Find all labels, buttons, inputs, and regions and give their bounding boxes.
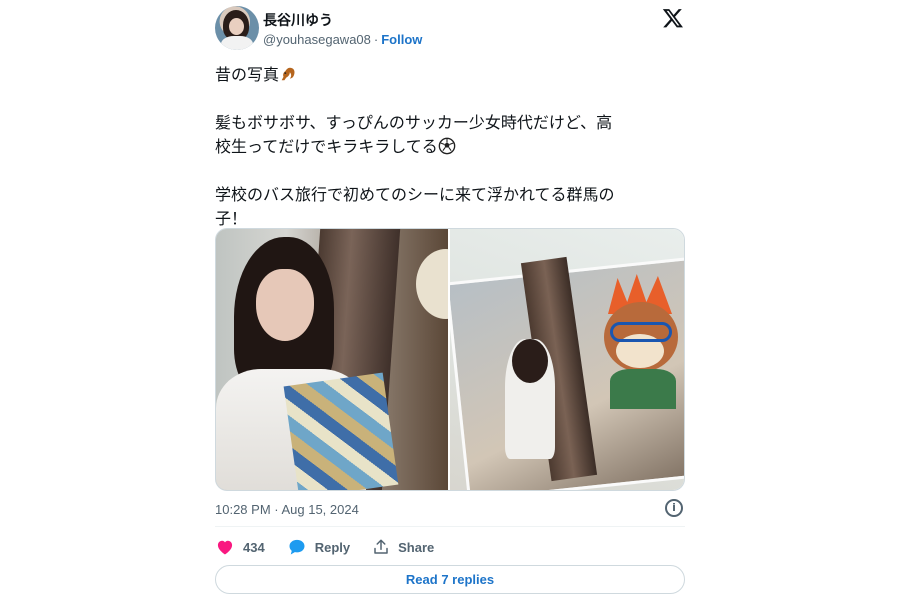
photo-2[interactable] xyxy=(450,229,684,490)
share-button[interactable]: Share xyxy=(372,538,434,556)
tweet-line-3a: 学校のバス旅行で初めてのシーに来て浮かれてる群馬の xyxy=(215,185,615,204)
like-button[interactable]: 434 xyxy=(215,537,265,557)
tweet-timestamp[interactable]: 10:28 PM · Aug 15, 2024 xyxy=(215,502,359,517)
action-bar: 434 Reply Share xyxy=(215,535,456,559)
tweet-line-2a: 髪もボサボサ、すっぴんのサッカー少女時代だけど、高 xyxy=(215,113,613,132)
x-logo-icon[interactable] xyxy=(662,7,684,29)
author-display-name[interactable]: 長谷川ゆう xyxy=(263,10,333,30)
reply-bubble-icon xyxy=(289,539,305,555)
soccer-ball-emoji-icon xyxy=(438,137,456,155)
follow-button[interactable]: Follow xyxy=(381,32,422,47)
reply-button[interactable]: Reply xyxy=(287,537,350,557)
heart-icon xyxy=(217,540,233,555)
like-count: 434 xyxy=(243,539,265,555)
share-label: Share xyxy=(398,539,435,555)
share-icon xyxy=(374,539,388,554)
read-replies-button[interactable]: Read 7 replies xyxy=(215,565,685,594)
squirrel-emoji-icon xyxy=(281,67,295,81)
tweet-line-2b: 校生ってだけでキラキラしてる xyxy=(215,137,438,156)
author-handle[interactable]: @youhasegawa08 xyxy=(263,32,371,47)
photo-1[interactable] xyxy=(216,229,450,490)
tweet-card: 長谷川ゆう @youhasegawa08 · Follow 昔の写真 髪もボサボサ、… xyxy=(215,0,685,600)
tweet-text: 昔の写真 髪もボサボサ、すっぴんのサッカー少女時代だけど、高 校生ってだけでキラ… xyxy=(215,63,685,231)
media-grid xyxy=(215,228,685,491)
tweet-line-1: 昔の写真 xyxy=(215,65,280,84)
author-handle-row: @youhasegawa08 · Follow xyxy=(263,32,422,47)
reply-label: Reply xyxy=(314,539,351,555)
divider xyxy=(215,526,685,527)
avatar[interactable] xyxy=(215,6,259,50)
info-icon[interactable]: i xyxy=(665,499,683,517)
separator-dot: · xyxy=(373,32,379,47)
